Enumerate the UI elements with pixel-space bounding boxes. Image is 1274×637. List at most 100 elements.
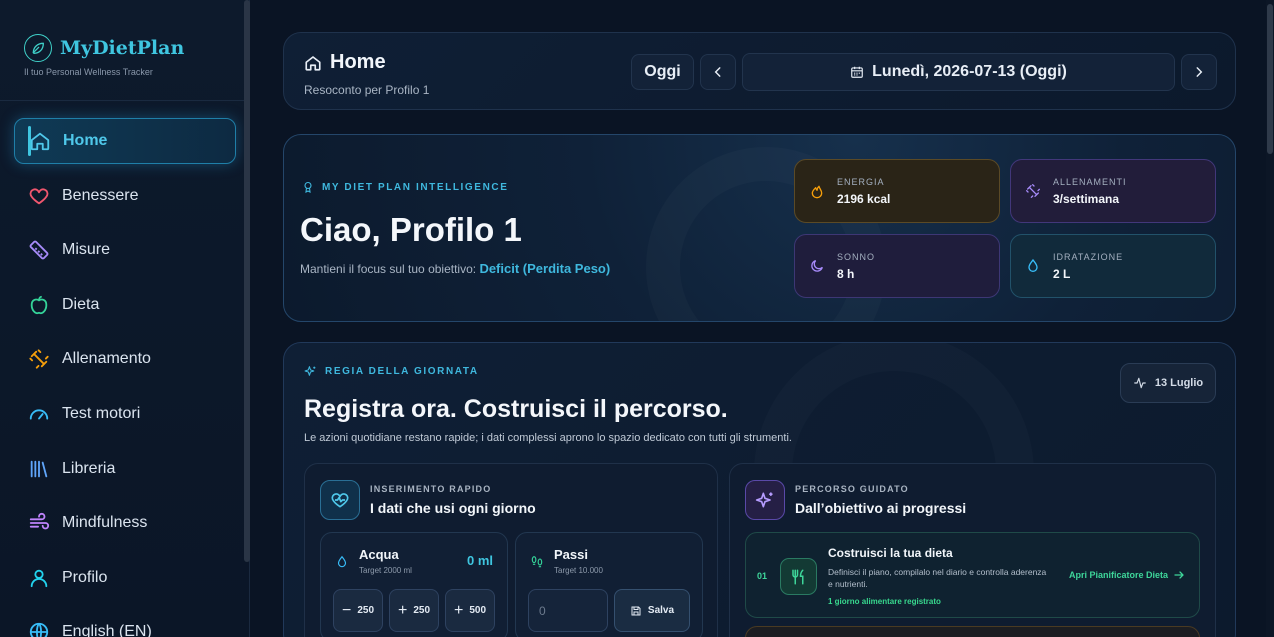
dumbbell-icon xyxy=(28,348,50,370)
droplet-icon xyxy=(335,555,349,569)
stat-sonno: SONNO 8 h xyxy=(794,234,1000,298)
sidebar-item-misure[interactable]: Misure xyxy=(14,227,236,273)
moon-icon xyxy=(809,258,825,274)
water-target: Target 2000 ml xyxy=(359,566,412,575)
sidebar-item-label: Test motori xyxy=(62,404,141,422)
date-label: Lunedì, 2026-07-13 (Oggi) xyxy=(872,63,1067,80)
scrollbar-thumb[interactable] xyxy=(1267,4,1273,154)
date-pill[interactable]: 13 Luglio xyxy=(1120,363,1216,403)
leaf-logo-icon xyxy=(24,34,52,62)
step-title: Costruisci la tua dieta xyxy=(828,546,953,560)
regia-kicker: REGIA DELLA GIORNATA xyxy=(304,365,479,378)
stat-idratazione: IDRATAZIONE 2 L xyxy=(1010,234,1216,298)
steps-input[interactable]: 0 xyxy=(528,589,608,632)
sidebar-nav: Home Benessere Misure Dieta Allenamento xyxy=(14,118,236,637)
day-planner-card: REGIA DELLA GIORNATA Registra ora. Costr… xyxy=(283,342,1236,637)
activity-icon xyxy=(1133,376,1147,390)
hero-card: MY DIET PLAN INTELLIGENCE Ciao, Profilo … xyxy=(283,134,1236,322)
heart-icon xyxy=(28,185,50,207)
brand[interactable]: MyDietPlan Il tuo Personal Wellness Trac… xyxy=(24,34,184,77)
sidebar-divider xyxy=(0,100,244,101)
sidebar-item-mindfulness[interactable]: Mindfulness xyxy=(14,500,236,546)
guided-step-next[interactable] xyxy=(745,626,1200,637)
water-tracker: Acqua Target 2000 ml 0 ml − 250 + 250 + … xyxy=(320,532,508,637)
sidebar-item-label: Allenamento xyxy=(62,350,151,368)
steps-tracker: Passi Target 10.000 0 Salva xyxy=(515,532,703,637)
flame-icon xyxy=(809,183,825,199)
arrow-right-icon xyxy=(1173,569,1185,581)
date-picker-button[interactable]: Lunedì, 2026-07-13 (Oggi) xyxy=(742,53,1175,91)
page-header: Home Resoconto per Profilo 1 Oggi Lunedì… xyxy=(283,32,1236,110)
sparkles-icon xyxy=(304,365,317,378)
brand-tagline: Il tuo Personal Wellness Tracker xyxy=(24,67,153,77)
guided-path-panel: PERCORSO GUIDATO Dall’obiettivo ai progr… xyxy=(729,463,1216,637)
guided-step-diet[interactable]: 01 Costruisci la tua dieta Definisci il … xyxy=(745,532,1200,618)
brand-name: MyDietPlan xyxy=(60,37,185,59)
water-plus-250-button[interactable]: + 250 xyxy=(389,589,439,632)
quick-kicker: INSERIMENTO RAPIDO xyxy=(370,484,492,494)
utensils-icon xyxy=(780,558,817,595)
water-label: Acqua xyxy=(359,547,399,562)
water-minus-250-button[interactable]: − 250 xyxy=(333,589,383,632)
save-icon xyxy=(630,605,642,617)
stat-label: ALLENAMENTI xyxy=(1053,176,1127,187)
stat-label: SONNO xyxy=(837,251,876,262)
greeting: Ciao, Profilo 1 xyxy=(300,211,522,248)
page-subtitle: Resoconto per Profilo 1 xyxy=(304,83,430,97)
sidebar-scrollbar[interactable] xyxy=(244,0,250,562)
sidebar-item-test-motori[interactable]: Test motori xyxy=(14,391,236,437)
sidebar-item-label: Profilo xyxy=(62,568,108,586)
step-description: Definisci il piano, compilalo nel diario… xyxy=(828,567,1047,589)
guided-title: Dall’obiettivo ai progressi xyxy=(795,500,967,516)
award-icon xyxy=(302,181,314,193)
home-icon xyxy=(304,54,322,72)
droplet-icon xyxy=(1025,258,1041,274)
sidebar-item-home[interactable]: Home xyxy=(14,118,236,164)
main-scrollbar[interactable] xyxy=(1266,0,1274,637)
sidebar-item-dieta[interactable]: Dieta xyxy=(14,282,236,328)
goal-link[interactable]: Deficit (Perdita Peso) xyxy=(479,261,610,276)
save-steps-button[interactable]: Salva xyxy=(614,589,690,632)
stat-label: ENERGIA xyxy=(837,176,885,187)
today-button[interactable]: Oggi xyxy=(631,54,694,90)
gauge-icon xyxy=(28,403,50,425)
globe-icon xyxy=(28,621,50,637)
regia-description: Le azioni quotidiane restano rapide; i d… xyxy=(304,432,792,444)
next-day-button[interactable] xyxy=(1181,54,1217,90)
sidebar-item-label: Misure xyxy=(62,241,111,259)
stat-value: 3/settimana xyxy=(1053,191,1120,206)
sidebar-item-label: Benessere xyxy=(62,186,139,204)
sidebar-item-allenamento[interactable]: Allenamento xyxy=(14,336,236,382)
water-value: 0 ml xyxy=(466,553,493,568)
quick-title: I dati che usi ogni giorno xyxy=(370,500,536,516)
step-status: 1 giorno alimentare registrato xyxy=(828,597,941,606)
sidebar: MyDietPlan Il tuo Personal Wellness Trac… xyxy=(0,0,250,637)
previous-day-button[interactable] xyxy=(700,54,736,90)
stat-value: 2196 kcal xyxy=(837,191,891,206)
sparkles-icon xyxy=(745,480,785,520)
sidebar-item-language[interactable]: English (EN) xyxy=(14,609,236,637)
heart-pulse-icon xyxy=(320,480,360,520)
steps-label: Passi xyxy=(554,547,588,562)
wind-icon xyxy=(28,512,50,534)
stat-value: 8 h xyxy=(837,266,855,281)
open-diet-planner-link[interactable]: Apri Pianificatore Dieta xyxy=(1069,569,1185,581)
library-icon xyxy=(28,458,50,480)
calendar-icon xyxy=(850,65,864,79)
chevron-right-icon xyxy=(1192,65,1206,79)
step-number: 01 xyxy=(757,571,768,581)
steps-target: Target 10.000 xyxy=(554,566,603,575)
sidebar-item-profilo[interactable]: Profilo xyxy=(14,555,236,601)
sidebar-item-benessere[interactable]: Benessere xyxy=(14,173,236,219)
user-icon xyxy=(28,567,50,589)
page-title-text: Home xyxy=(330,51,386,73)
focus-text: Mantieni il focus sul tuo obiettivo: Def… xyxy=(300,261,611,276)
stat-allenamenti: ALLENAMENTI 3/settimana xyxy=(1010,159,1216,223)
sidebar-item-label: Home xyxy=(63,132,108,149)
stat-value: 2 L xyxy=(1053,266,1071,281)
sidebar-item-label: Libreria xyxy=(62,459,116,477)
apple-icon xyxy=(28,294,50,316)
sidebar-item-libreria[interactable]: Libreria xyxy=(14,446,236,492)
sidebar-item-label: Mindfulness xyxy=(62,514,148,532)
water-plus-500-button[interactable]: + 500 xyxy=(445,589,495,632)
